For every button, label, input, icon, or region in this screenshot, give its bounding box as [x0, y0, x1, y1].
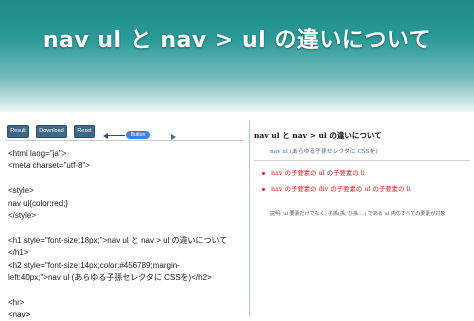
code-line: <meta charset="utf-8">	[8, 161, 90, 171]
code-line: <html lang="ja">	[8, 149, 67, 158]
preview-note: 説明: ul 要素だけでなく, 子孫(孫, ひ孫....) である ul 内のす…	[270, 211, 446, 217]
list-item-text: nav の子要素の ul の子要素の li	[271, 169, 365, 177]
button-hint-badge: Button	[126, 131, 150, 139]
preview-subheading: nav ul (あらゆる子孫セレクタに CSSを)	[270, 149, 378, 155]
list-item-text: nav の子要素の div の子要素の ul の子要素の li	[271, 185, 411, 193]
code-line: <nav>	[8, 310, 31, 320]
pane-divider[interactable]	[249, 120, 251, 316]
preview-heading: nav ul と nav > ul の違いについて	[254, 131, 382, 140]
bullet-icon	[262, 187, 265, 191]
header-banner: nav ul と nav > ul の違いについて	[0, 0, 474, 112]
preview-pane: nav ul と nav > ul の違いについて nav ul (あらゆる子孫…	[252, 120, 474, 316]
result-button[interactable]: Result	[7, 125, 29, 138]
code-line: <h1 style="font-size:18px;">nav ul と nav…	[8, 235, 228, 245]
code-line: nav ul{color:red;}	[8, 198, 69, 208]
list-item: nav の子要素の ul の子要素の li	[262, 168, 365, 177]
list-item: nav の子要素の div の子要素の ul の子要素の li	[262, 184, 411, 193]
bullet-icon	[262, 171, 265, 175]
code-line: left:40px;">nav ul (あらゆる子孫セレクタに CSSを)</h…	[8, 272, 212, 282]
code-line: <h2 style="font-size:14px;color:#456789;…	[8, 260, 180, 270]
banner-title: nav ul と nav > ul の違いについて	[42, 28, 432, 53]
toolbar-divider	[5, 140, 243, 141]
preview-rule	[254, 160, 470, 161]
reset-button[interactable]: Reset	[74, 125, 95, 138]
code-editor[interactable]: <html lang="ja"> <meta charset="utf-8"> …	[8, 148, 244, 321]
code-line: <hr>	[8, 297, 25, 307]
code-line: </h1>	[8, 248, 29, 258]
code-line: <style>	[8, 186, 34, 196]
code-line: </style>	[8, 210, 37, 220]
download-button[interactable]: Download	[36, 125, 67, 138]
editor-pane: Result Download Reset Button <html lang=…	[0, 118, 248, 319]
arrow-line	[105, 135, 125, 137]
